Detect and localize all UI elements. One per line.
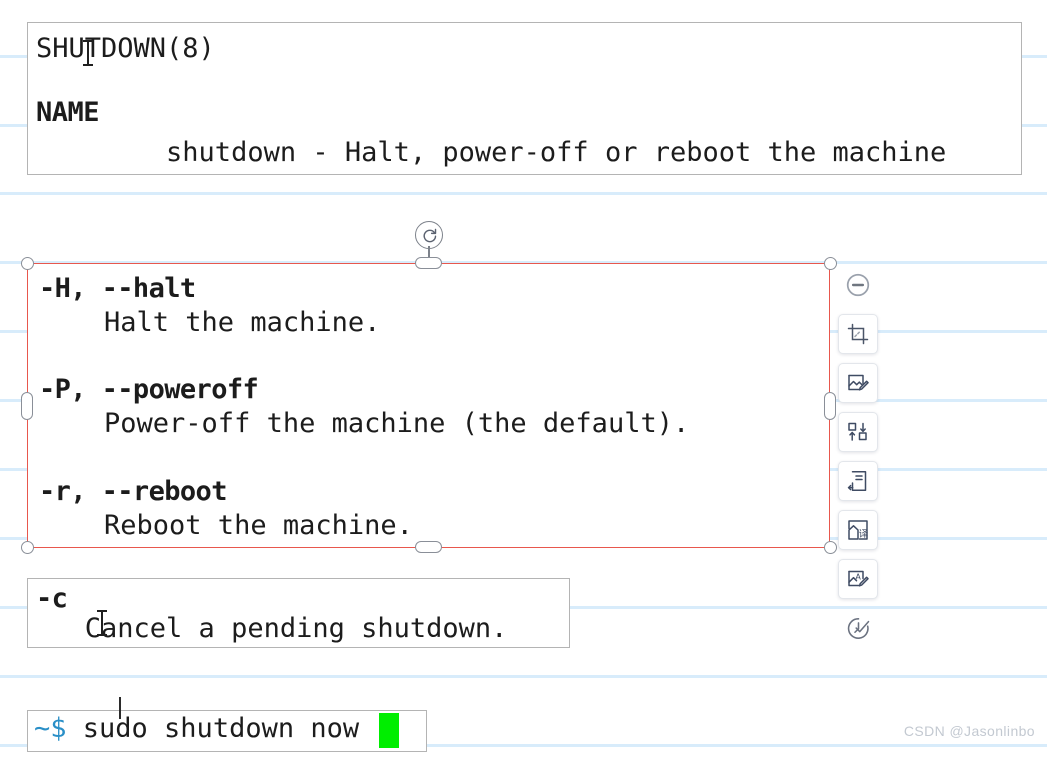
option-term-poweroff: -P, --poweroff [39, 374, 259, 405]
bottom-center-handle[interactable] [415, 541, 442, 553]
terminal-block-cursor [379, 713, 399, 748]
left-middle-handle[interactable] [21, 392, 33, 420]
cancel-option-textbox[interactable]: -c Cancel a pending shutdown. [27, 578, 570, 648]
terminal-prompt: ~$ [34, 713, 67, 744]
man-page-title: SHUTDOWN(8) [36, 33, 215, 64]
svg-text:译: 译 [859, 529, 869, 540]
option-term-halt: -H, --halt [39, 273, 196, 304]
crop-icon [847, 323, 869, 345]
collapse-toolbar-button[interactable] [838, 265, 878, 305]
right-middle-handle[interactable] [824, 392, 836, 420]
terminal-command: sudo shutdown now [66, 713, 360, 744]
minus-circle-icon [846, 273, 870, 297]
name-section-heading: NAME [36, 97, 100, 128]
image-edit-button[interactable] [838, 363, 878, 403]
top-center-handle[interactable] [415, 257, 442, 269]
extract-text-button[interactable] [838, 461, 878, 501]
name-section-textbox[interactable]: SHUTDOWN(8) NAME shutdown - Halt, power-… [27, 22, 1022, 175]
image-text-pencil-icon: A [848, 570, 869, 587]
watermark: CSDN @Jasonlinbo [903, 723, 1035, 739]
text-caret [119, 697, 121, 719]
option-desc-cancel: Cancel a pending shutdown. [36, 613, 508, 644]
translate-icon: 译 [848, 520, 869, 540]
option-desc-reboot: Reboot the machine. [39, 510, 413, 541]
convert-button[interactable] [838, 412, 878, 452]
top-right-corner-handle[interactable] [824, 257, 837, 270]
floating-toolbar: 译 A [838, 265, 878, 648]
terminal-line: ~$ sudo shutdown now [34, 715, 359, 742]
option-term-reboot: -r, --reboot [39, 476, 227, 507]
rule-line [0, 192, 1047, 195]
bottom-right-corner-handle[interactable] [824, 541, 837, 554]
options-section-textbox-selected[interactable]: -H, --halt Halt the machine. -P, --power… [27, 263, 830, 548]
terminal-command-textbox[interactable]: ~$ sudo shutdown now [27, 710, 427, 752]
option-desc-poweroff: Power-off the machine (the default). [39, 408, 690, 439]
option-desc-halt: Halt the machine. [39, 307, 381, 338]
image-pencil-icon [848, 374, 869, 391]
clock-check-icon [847, 617, 869, 639]
history-button[interactable] [838, 608, 878, 648]
top-left-corner-handle[interactable] [21, 257, 34, 270]
swap-squares-icon [848, 422, 867, 441]
option-term-cancel: -c [36, 583, 68, 614]
name-section-description: shutdown - Halt, power-off or reboot the… [36, 137, 947, 168]
annotate-button[interactable]: A [838, 559, 878, 599]
rotate-icon [423, 228, 436, 242]
rotate-handle[interactable] [415, 221, 443, 249]
translate-button[interactable]: 译 [838, 510, 878, 550]
document-extract-icon [847, 471, 867, 491]
bottom-left-corner-handle[interactable] [21, 541, 34, 554]
crop-button[interactable] [838, 314, 878, 354]
svg-text:A: A [855, 572, 861, 581]
rule-line [0, 675, 1047, 678]
